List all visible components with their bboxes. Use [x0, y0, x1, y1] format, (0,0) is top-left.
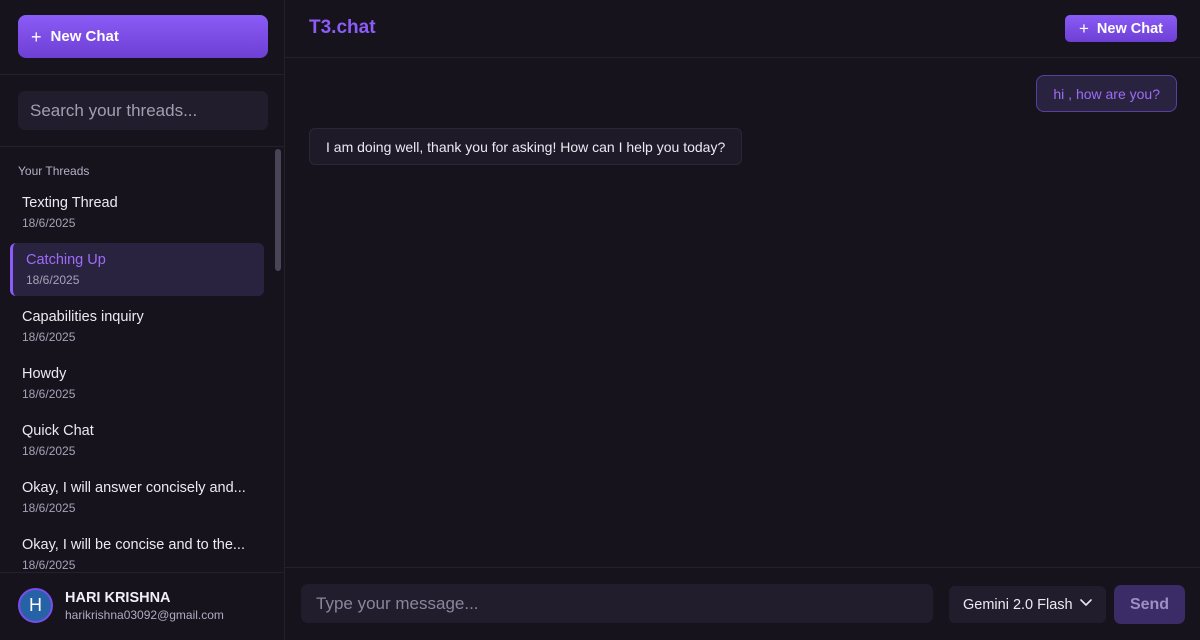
user-name: HARI KRISHNA: [65, 589, 171, 606]
brand-title: T3.chat: [309, 17, 376, 38]
thread-item[interactable]: Capabilities inquiry 18/6/2025: [10, 300, 264, 353]
sidebar: + New Chat Your Threads Texting Thread 1…: [0, 0, 285, 640]
user-message: hi , how are you?: [1036, 75, 1177, 112]
model-selector-label: Gemini 2.0 Flash: [963, 596, 1073, 613]
user-email: harikrishna03092@gmail.com: [65, 607, 224, 622]
message-input[interactable]: [301, 584, 933, 623]
thread-item[interactable]: Howdy 18/6/2025: [10, 357, 264, 410]
divider: [0, 572, 284, 573]
thread-title: Quick Chat: [22, 423, 94, 439]
thread-date: 18/6/2025: [22, 216, 76, 230]
thread-list: Texting Thread 18/6/2025 Catching Up 18/…: [10, 186, 264, 585]
thread-title: Capabilities inquiry: [22, 309, 144, 325]
send-button[interactable]: Send: [1114, 585, 1185, 624]
thread-date: 18/6/2025: [22, 387, 76, 401]
chat-main: T3.chat + New Chat hi , how are you? I a…: [285, 0, 1200, 640]
sidebar-new-chat-button[interactable]: + New Chat: [18, 15, 268, 58]
model-selector[interactable]: Gemini 2.0 Flash: [949, 586, 1106, 623]
chat-header: T3.chat + New Chat: [285, 0, 1200, 58]
thread-title: Okay, I will answer concisely and...: [22, 480, 246, 496]
thread-item-active[interactable]: Catching Up 18/6/2025: [10, 243, 264, 296]
thread-title: Texting Thread: [22, 195, 118, 211]
sidebar-scrollbar[interactable]: [275, 149, 281, 271]
search-input[interactable]: [18, 91, 268, 130]
chevron-down-icon: [1080, 599, 1092, 606]
thread-item[interactable]: Quick Chat 18/6/2025: [10, 414, 264, 467]
plus-icon: +: [31, 26, 42, 47]
thread-date: 18/6/2025: [22, 330, 76, 344]
header-new-chat-label: New Chat: [1096, 20, 1163, 37]
thread-title: Howdy: [22, 366, 67, 382]
sidebar-new-chat-label: New Chat: [50, 28, 119, 45]
thread-date: 18/6/2025: [22, 444, 76, 458]
thread-item[interactable]: Texting Thread 18/6/2025: [10, 186, 264, 239]
thread-date: 18/6/2025: [22, 501, 76, 515]
threads-heading: Your Threads: [18, 164, 90, 178]
thread-date: 18/6/2025: [22, 558, 76, 572]
thread-date: 18/6/2025: [26, 273, 80, 287]
divider: [285, 567, 1200, 568]
thread-item[interactable]: Okay, I will be concise and to the... 18…: [10, 528, 264, 581]
avatar: H: [18, 588, 53, 623]
divider: [0, 74, 284, 75]
assistant-message: I am doing well, thank you for asking! H…: [309, 128, 743, 165]
thread-title: Okay, I will be concise and to the...: [22, 537, 245, 553]
user-profile[interactable]: H HARI KRISHNA harikrishna03092@gmail.co…: [18, 588, 224, 623]
thread-item[interactable]: Okay, I will answer concisely and... 18/…: [10, 471, 264, 524]
divider: [0, 146, 284, 147]
thread-title: Catching Up: [26, 252, 106, 268]
header-new-chat-button[interactable]: + New Chat: [1065, 15, 1177, 42]
plus-icon: +: [1078, 19, 1089, 38]
